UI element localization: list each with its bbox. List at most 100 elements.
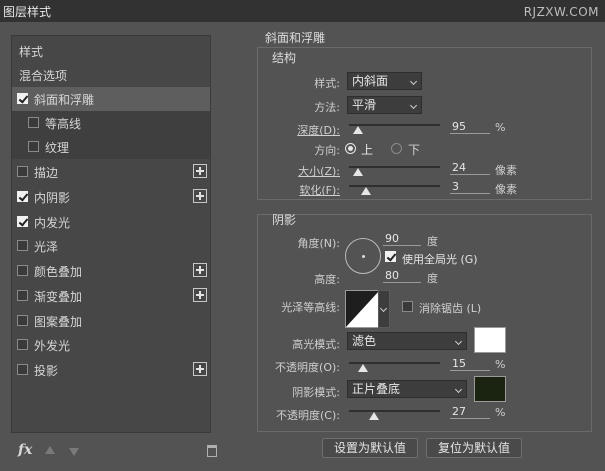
- gloss-contour-curve: [346, 291, 379, 327]
- angle-input[interactable]: 90: [383, 232, 421, 246]
- soften-slider-thumb[interactable]: [361, 187, 372, 195]
- style-list-item-styles[interactable]: 样式: [12, 39, 210, 63]
- soften-unit: 像素: [495, 183, 517, 196]
- style-list-label: 内发光: [34, 216, 71, 230]
- altitude-unit: 度: [427, 272, 438, 285]
- depth-input[interactable]: 95: [450, 120, 490, 134]
- shadow-opacity-slider-track[interactable]: [349, 410, 440, 412]
- size-input[interactable]: 24: [450, 161, 490, 175]
- style-list-label: 斜面和浮雕: [34, 93, 95, 107]
- shadow-opacity-slider-thumb[interactable]: [368, 412, 379, 420]
- move-up-icon[interactable]: [45, 446, 55, 454]
- add-stroke-icon[interactable]: [193, 164, 207, 178]
- style-list-item-drop-shadow[interactable]: 投影: [12, 358, 210, 382]
- trash-icon[interactable]: [207, 445, 217, 457]
- highlight-opacity-input[interactable]: 15: [450, 357, 490, 371]
- direction-down-label: 下: [408, 143, 421, 157]
- style-list-item-gradient-overlay[interactable]: 渐变叠加: [12, 284, 210, 308]
- drop-shadow-checkbox[interactable]: [17, 364, 28, 375]
- shading-title: 阴影: [272, 213, 297, 227]
- bevel-emboss-checkbox[interactable]: [17, 93, 28, 104]
- stroke-checkbox[interactable]: [17, 166, 28, 177]
- style-list-label: 混合选项: [19, 69, 68, 83]
- add-inner-shadow-icon[interactable]: [193, 189, 207, 203]
- style-list-label: 颜色叠加: [34, 265, 83, 279]
- fx-icon[interactable]: fx: [18, 442, 32, 458]
- style-list-label: 等高线: [45, 117, 82, 131]
- style-list-item-outer-glow[interactable]: 外发光: [12, 333, 210, 357]
- style-list-item-texture[interactable]: 纹理: [12, 135, 210, 159]
- move-down-icon[interactable]: [69, 448, 79, 456]
- direction-up-radio[interactable]: [345, 143, 356, 154]
- color-overlay-checkbox[interactable]: [17, 265, 28, 276]
- style-list-item-satin[interactable]: 光泽: [12, 234, 210, 258]
- add-drop-shadow-icon[interactable]: [193, 362, 207, 376]
- shadow-color-swatch[interactable]: [474, 376, 506, 402]
- depth-unit: %: [495, 121, 506, 134]
- style-list-label: 内阴影: [34, 191, 71, 205]
- altitude-label: 高度:: [314, 273, 340, 286]
- size-slider-track[interactable]: [349, 166, 440, 168]
- chevron-down-icon: [409, 77, 418, 86]
- anti-alias-label: 消除锯齿 (L): [419, 302, 482, 315]
- add-color-overlay-icon[interactable]: [193, 263, 207, 277]
- soften-input[interactable]: 3: [450, 180, 490, 194]
- style-list-label: 外发光: [34, 339, 71, 353]
- highlight-color-swatch[interactable]: [474, 327, 506, 353]
- style-list-item-inner-shadow[interactable]: 内阴影: [12, 185, 210, 209]
- pattern-overlay-checkbox[interactable]: [17, 315, 28, 326]
- inner-shadow-checkbox[interactable]: [17, 191, 28, 202]
- satin-checkbox[interactable]: [17, 240, 28, 251]
- highlight-mode-label: 高光模式:: [292, 338, 340, 351]
- size-unit: 像素: [495, 164, 517, 177]
- style-list-label: 光泽: [34, 240, 59, 254]
- highlight-opacity-slider-thumb[interactable]: [357, 364, 368, 372]
- depth-slider-track[interactable]: [349, 124, 440, 126]
- style-select[interactable]: 内斜面: [347, 72, 422, 90]
- style-list-label: 图案叠加: [34, 315, 83, 329]
- technique-select[interactable]: 平滑: [347, 96, 422, 114]
- add-gradient-overlay-icon[interactable]: [193, 288, 207, 302]
- style-list-item-stroke[interactable]: 描边: [12, 160, 210, 184]
- gloss-contour-label: 光泽等高线:: [281, 301, 340, 314]
- global-light-checkbox[interactable]: [385, 251, 396, 262]
- angle-dial[interactable]: [345, 238, 381, 274]
- bevel-emboss-title: 斜面和浮雕: [265, 31, 326, 45]
- style-list-item-inner-glow[interactable]: 内发光: [12, 210, 210, 234]
- outer-glow-checkbox[interactable]: [17, 339, 28, 350]
- shadow-mode-select[interactable]: 正片叠底: [347, 380, 467, 398]
- anti-alias-checkbox[interactable]: [402, 301, 413, 312]
- gradient-overlay-checkbox[interactable]: [17, 290, 28, 301]
- chevron-down-icon: [454, 337, 463, 346]
- title-bar: 图层样式 RJZXW.COM: [0, 0, 605, 22]
- size-label: 大小(Z):: [298, 165, 340, 178]
- style-list-label: 描边: [34, 166, 59, 180]
- altitude-input[interactable]: 80: [383, 269, 421, 283]
- style-list-item-bevel-emboss[interactable]: 斜面和浮雕: [12, 87, 210, 111]
- inner-glow-checkbox[interactable]: [17, 216, 28, 227]
- reset-default-button[interactable]: 复位为默认值: [426, 438, 522, 458]
- direction-down-radio[interactable]: [391, 143, 402, 154]
- style-list-label: 纹理: [45, 141, 70, 155]
- make-default-button[interactable]: 设置为默认值: [322, 438, 418, 458]
- style-list-item-pattern-overlay[interactable]: 图案叠加: [12, 309, 210, 333]
- size-slider-thumb[interactable]: [352, 168, 363, 176]
- technique-label: 方法:: [314, 101, 340, 114]
- shadow-mode-value: 正片叠底: [352, 382, 401, 396]
- depth-slider-thumb[interactable]: [352, 126, 363, 134]
- style-list-item-blending-options[interactable]: 混合选项: [12, 63, 210, 87]
- style-select-value: 内斜面: [352, 74, 389, 88]
- gloss-contour-dropdown[interactable]: [378, 290, 390, 328]
- direction-up-label: 上: [361, 143, 374, 157]
- shadow-opacity-unit: %: [495, 406, 506, 419]
- direction-label: 方向:: [314, 144, 340, 157]
- angle-unit: 度: [427, 235, 438, 248]
- shadow-opacity-input[interactable]: 27: [450, 405, 490, 419]
- contour-checkbox[interactable]: [28, 117, 39, 128]
- style-list-label: 渐变叠加: [34, 290, 83, 304]
- highlight-mode-select[interactable]: 滤色: [347, 332, 467, 350]
- style-list-item-color-overlay[interactable]: 颜色叠加: [12, 259, 210, 283]
- texture-checkbox[interactable]: [28, 141, 39, 152]
- style-list-item-contour[interactable]: 等高线: [12, 111, 210, 135]
- soften-label: 软化(F):: [299, 184, 340, 197]
